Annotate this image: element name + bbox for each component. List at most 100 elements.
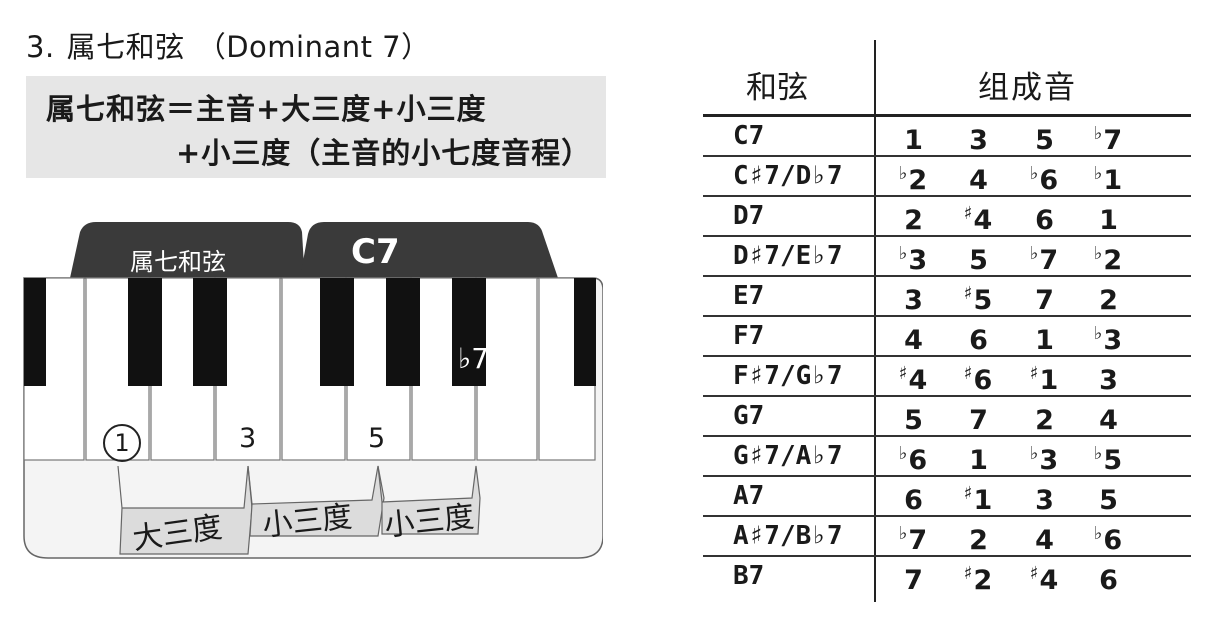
formula-box: 属七和弦＝主音+大三度+小三度 +小三度（主音的小七度音程）	[26, 76, 606, 178]
chord-note-cell: 1	[1078, 203, 1138, 236]
chord-note-cell: 7	[883, 563, 943, 596]
interval-minor-third-1: 小三度	[260, 499, 354, 544]
note-degree: 6	[1103, 525, 1123, 556]
note-degree: 3	[1099, 365, 1118, 396]
note-degree: 4	[904, 325, 923, 356]
note-degree: 1	[969, 445, 988, 476]
chord-name-cell: G7	[733, 401, 765, 431]
note-degree: 7	[1103, 125, 1123, 156]
chord-name-cell: C7	[733, 121, 765, 151]
note-degree: 2	[1103, 245, 1123, 276]
note-degree: 2	[973, 565, 993, 596]
note-degree: 3	[1103, 325, 1123, 356]
chord-note-cell: 2	[948, 523, 1008, 556]
chord-note-cell: ♯1	[1014, 363, 1074, 396]
accidental-mark: ♭	[1093, 163, 1103, 184]
chord-note-cell: ♭7	[1078, 123, 1138, 156]
chord-note-cell: 5	[883, 403, 943, 436]
note-degree: 1	[1035, 325, 1054, 356]
chord-note-cell: 3	[883, 283, 943, 316]
note-degree: 1	[904, 125, 923, 156]
chord-name-cell: F7	[733, 321, 765, 351]
table-row: G♯7/A♭7 ♭6 1 ♭3 ♭5	[703, 437, 1191, 477]
note-degree: 1	[973, 485, 993, 516]
chord-note-cell: 1	[1014, 323, 1074, 356]
chord-note-cell: 6	[1078, 563, 1138, 596]
accidental-mark: ♯	[1029, 563, 1039, 584]
formula-line-2: +小三度（主音的小七度音程）	[176, 136, 592, 170]
note-degree: 2	[908, 165, 928, 196]
note-degree: 6	[904, 485, 923, 516]
chord-note-cell: ♭6	[1078, 523, 1138, 556]
note-degree: 4	[908, 365, 928, 396]
table-row: B7 7 ♯2 ♯4 6	[703, 557, 1191, 597]
chord-note-cell: ♭7	[1014, 243, 1074, 276]
chord-note-cell: 7	[948, 403, 1008, 436]
chord-note-cell: ♯6	[948, 363, 1008, 396]
chord-note-cell: ♭3	[1014, 443, 1074, 476]
note-degree: 6	[969, 325, 988, 356]
chord-note-cell: 6	[883, 483, 943, 516]
accidental-mark: ♭	[1093, 243, 1103, 264]
chord-note-cell: ♭1	[1078, 163, 1138, 196]
chord-note-cell: ♯4	[1014, 563, 1074, 596]
note-degree: 4	[1099, 405, 1118, 436]
column-header-notes: 组成音	[978, 70, 1077, 106]
formula-line-1: 属七和弦＝主音+大三度+小三度	[46, 92, 487, 126]
note-degree: 5	[1035, 125, 1054, 156]
note-degree: 2	[1035, 405, 1054, 436]
accidental-mark: ♯	[1029, 363, 1039, 384]
accidental-mark: ♭	[898, 163, 908, 184]
chord-name-cell: B7	[733, 561, 765, 591]
note-degree: 6	[973, 365, 993, 396]
note-degree: 7	[1039, 245, 1059, 276]
table-row: F♯7/G♭7 ♯4 ♯6 ♯1 3	[703, 357, 1191, 397]
note-degree: 2	[1099, 285, 1118, 316]
note-degree: 7	[908, 525, 928, 556]
chord-note-cell: ♭6	[883, 443, 943, 476]
chord-note-cell: 7	[1014, 283, 1074, 316]
chord-name-cell: C♯7/D♭7	[733, 161, 843, 191]
chord-note-cell: 2	[883, 203, 943, 236]
accidental-mark: ♭	[898, 443, 908, 464]
note-degree: 2	[904, 205, 923, 236]
accidental-mark: ♯	[963, 483, 973, 504]
table-row: C7 1 3 5 ♭7	[703, 117, 1191, 157]
chord-note-cell: ♭5	[1078, 443, 1138, 476]
chord-note-cell: ♭3	[883, 243, 943, 276]
accidental-mark: ♭	[898, 523, 908, 544]
table-row: C♯7/D♭7 ♭2 4 ♭6 ♭1	[703, 157, 1191, 197]
chord-note-cell: 3	[1078, 363, 1138, 396]
note-degree: 4	[1039, 565, 1059, 596]
chord-note-cell: ♭2	[1078, 243, 1138, 276]
accidental-mark: ♯	[963, 283, 973, 304]
chord-note-cell: 5	[1014, 123, 1074, 156]
chord-note-cell: ♭6	[1014, 163, 1074, 196]
note-degree: 6	[1099, 565, 1118, 596]
note-degree: 5	[1099, 485, 1118, 516]
accidental-mark: ♭	[1029, 163, 1039, 184]
note-degree: 3	[969, 125, 988, 156]
chord-note-cell: ♯1	[948, 483, 1008, 516]
accidental-mark: ♭	[898, 243, 908, 264]
accidental-mark: ♭	[1093, 523, 1103, 544]
note-degree: 7	[1035, 285, 1054, 316]
chord-note-cell: 4	[883, 323, 943, 356]
chord-type-tab: 属七和弦	[130, 248, 226, 276]
chord-note-cell: 6	[948, 323, 1008, 356]
chord-note-cell: ♯2	[948, 563, 1008, 596]
note-degree: 6	[1039, 165, 1059, 196]
note-degree: 3	[1035, 485, 1054, 516]
piano-keyboard-diagram: 属七和弦 C7 ♭7 1 3 5 大三度 小三度 小三度	[18, 218, 603, 563]
fifth-note-label: 5	[368, 423, 386, 454]
chord-note-cell: 6	[1014, 203, 1074, 236]
table-row: G7 5 7 2 4	[703, 397, 1191, 437]
note-degree: 1	[1099, 205, 1118, 236]
note-degree: 7	[969, 405, 988, 436]
note-degree: 4	[973, 205, 993, 236]
note-degree: 6	[908, 445, 928, 476]
chord-name-cell: D♯7/E♭7	[733, 241, 843, 271]
chord-note-cell: ♯5	[948, 283, 1008, 316]
chord-note-cell: 1	[948, 443, 1008, 476]
note-degree: 4	[969, 165, 988, 196]
